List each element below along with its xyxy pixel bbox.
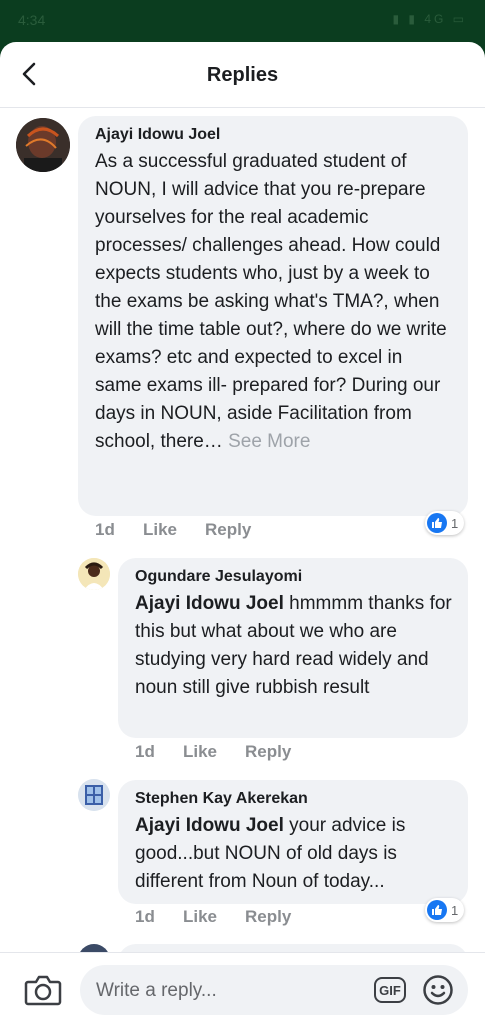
avatar-photo-icon xyxy=(78,558,110,590)
comment-author[interactable]: Ajayi Idowu Joel xyxy=(95,126,452,144)
emoji-icon[interactable] xyxy=(422,974,454,1006)
comment-body: As a successful graduated student of NOU… xyxy=(95,151,447,452)
avatar-photo-icon xyxy=(16,118,70,172)
thumbs-up-icon xyxy=(427,513,447,533)
comment-bubble[interactable]: Stephen Kay Akerekan Ajayi Idowu Joel yo… xyxy=(118,780,468,904)
reply-input[interactable] xyxy=(94,975,358,1007)
replies-sheet: Replies Ajayi Idowu Joel As a successful… xyxy=(0,42,485,1024)
comment-time: 1d xyxy=(135,907,155,926)
avatar[interactable] xyxy=(78,558,110,590)
comment-actions: 1d Like Reply xyxy=(135,907,395,931)
comment-bubble[interactable]: Ajayi Idowu Joel As a successful graduat… xyxy=(78,116,468,516)
mention-tag[interactable]: Ajayi Idowu Joel xyxy=(135,593,284,614)
avatar-photo-icon xyxy=(78,779,110,811)
like-button[interactable]: Like xyxy=(183,742,217,762)
comment-time: 1d xyxy=(135,742,155,761)
reaction-count: 1 xyxy=(451,902,459,918)
reaction-count: 1 xyxy=(451,515,459,531)
gif-button[interactable]: GIF xyxy=(374,977,406,1003)
comment-author[interactable]: Ogundare Jesulayomi xyxy=(135,568,452,586)
header: Replies xyxy=(0,42,485,108)
comment-author[interactable]: Stephen Kay Akerekan xyxy=(135,790,452,808)
comment-actions: 1d Like Reply xyxy=(95,520,395,544)
comment-actions: 1d Like Reply xyxy=(135,742,395,766)
thumbs-up-icon xyxy=(427,900,447,920)
like-button[interactable]: Like xyxy=(183,907,217,927)
status-bar: 4:34 ▮ ▮ 4G ▭ xyxy=(0,0,485,42)
avatar[interactable] xyxy=(16,118,70,172)
reply-button[interactable]: Reply xyxy=(245,907,291,927)
reply-button[interactable]: Reply xyxy=(245,742,291,762)
mention-tag[interactable]: Ajayi Idowu Joel xyxy=(135,815,284,836)
reply-composer: GIF xyxy=(0,952,485,1024)
comment-text: Ajayi Idowu Joel hmmmm thanks for this b… xyxy=(135,590,452,702)
status-indicators: ▮ ▮ 4G ▭ xyxy=(392,12,467,26)
reaction-badge[interactable]: 1 xyxy=(425,511,465,535)
status-time: 4:34 xyxy=(18,12,46,28)
reaction-badge[interactable]: 1 xyxy=(425,898,465,922)
see-more-link[interactable]: See More xyxy=(228,431,310,452)
avatar[interactable] xyxy=(78,779,110,811)
comment-bubble[interactable]: Ogundare Jesulayomi Ajayi Idowu Joel hmm… xyxy=(118,558,468,738)
comment-time: 1d xyxy=(95,520,115,539)
like-button[interactable]: Like xyxy=(143,520,177,540)
page-title: Replies xyxy=(206,64,279,86)
comment-text: As a successful graduated student of NOU… xyxy=(95,148,452,456)
reply-input-container: GIF xyxy=(80,965,468,1015)
reply-button[interactable]: Reply xyxy=(205,520,251,540)
camera-icon[interactable] xyxy=(24,973,62,1007)
comment-text: Ajayi Idowu Joel your advice is good...b… xyxy=(135,812,452,896)
